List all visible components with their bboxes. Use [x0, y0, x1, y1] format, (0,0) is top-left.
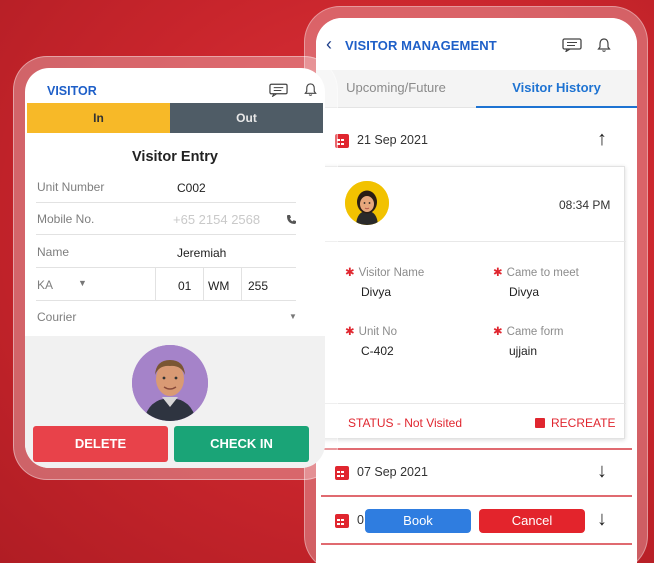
date-label: 0	[357, 513, 364, 527]
plate-part-3-field[interactable]: 255	[248, 279, 268, 293]
plate-state-select[interactable]: KA	[37, 278, 53, 292]
recreate-button[interactable]: RECREATE	[535, 416, 615, 430]
app-header: ‹ VISITOR MANAGEMENT	[316, 18, 637, 70]
divider	[203, 268, 204, 301]
mobile-field[interactable]: +65 2154 2568	[173, 212, 260, 227]
visitor-name-label: ✱ Visitor Name	[345, 267, 425, 279]
mobile-label: Mobile No.	[37, 212, 95, 226]
plate-part-2-field[interactable]: WM	[208, 279, 229, 293]
divider	[155, 268, 156, 301]
visitor-name-value: Divya	[361, 285, 392, 299]
cancel-button[interactable]: Cancel	[479, 509, 585, 533]
bell-icon[interactable]	[596, 37, 612, 53]
dropdown-icon: ▼	[78, 278, 87, 288]
arrow-down-icon[interactable]: ↓	[597, 460, 607, 483]
divider	[36, 300, 296, 301]
phone-icon[interactable]	[286, 214, 297, 225]
unit-number-label: Unit Number	[37, 180, 105, 194]
divider	[321, 543, 632, 545]
page-title: VISITOR	[47, 84, 97, 98]
page-title: VISITOR MANAGEMENT	[345, 38, 497, 53]
date-label: 21 Sep 2021	[357, 133, 428, 147]
message-icon[interactable]	[562, 38, 582, 52]
calendar-icon	[335, 514, 349, 528]
visitor-entry-screen: VISITOR In Out Visitor Entry Unit Number…	[25, 68, 325, 468]
tab-visitor-history[interactable]: Visitor History	[476, 70, 637, 108]
unit-number-field[interactable]: C002	[177, 181, 206, 195]
name-label: Name	[37, 245, 70, 259]
recreate-icon	[535, 418, 545, 428]
divider	[323, 241, 626, 242]
came-to-meet-value: Divya	[509, 285, 540, 299]
status-badge: STATUS - Not Visited	[348, 416, 463, 430]
calendar-icon	[335, 466, 349, 480]
tab-upcoming-future[interactable]: Upcoming/Future	[316, 70, 476, 108]
came-to-meet-label: ✱ Came to meet	[493, 267, 579, 279]
delete-button[interactable]: DELETE	[33, 426, 168, 462]
check-in-button[interactable]: CHECK IN	[174, 426, 309, 462]
app-header: VISITOR	[25, 68, 325, 103]
dropdown-icon: ▼	[289, 312, 297, 321]
divider	[36, 234, 296, 235]
divider	[36, 267, 296, 268]
bell-icon[interactable]	[303, 82, 318, 97]
divider	[323, 403, 626, 404]
came-from-value: ujjain	[509, 344, 538, 358]
name-field[interactable]: Jeremiah	[177, 246, 226, 260]
unit-no-label: ✱ Unit No	[345, 326, 397, 338]
message-icon[interactable]	[269, 83, 288, 97]
courier-select[interactable]: Courier	[37, 310, 76, 324]
segment-in[interactable]: In	[27, 103, 170, 133]
plate-part-1-field[interactable]: 01	[178, 279, 191, 293]
divider	[36, 202, 296, 203]
avatar[interactable]	[132, 345, 208, 421]
arrow-up-icon[interactable]: ↑	[597, 128, 607, 151]
avatar	[345, 181, 389, 225]
segment-out[interactable]: Out	[170, 103, 323, 133]
visitor-management-screen: ‹ VISITOR MANAGEMENT Upcoming/Future Vis…	[316, 18, 637, 563]
tab-bar: Upcoming/Future Visitor History	[316, 70, 637, 108]
date-row-07-sep[interactable]: 07 Sep 2021 ↓	[316, 450, 637, 494]
arrow-down-icon[interactable]: ↓	[597, 508, 607, 531]
book-button[interactable]: Book	[365, 509, 471, 533]
form-title: Visitor Entry	[132, 149, 218, 165]
divider	[241, 268, 242, 301]
came-from-label: ✱ Came form	[493, 326, 564, 338]
date-label: 07 Sep 2021	[357, 465, 428, 479]
visit-card: 08:34 PM ✱ Visitor Name Divya ✱ Came to me…	[322, 166, 626, 439]
back-chevron-icon[interactable]: ‹	[326, 34, 332, 55]
date-row-21-sep[interactable]: 21 Sep 2021 ↑	[316, 118, 637, 162]
visit-time: 08:34 PM	[559, 198, 611, 212]
divider	[321, 495, 632, 497]
unit-no-value: C-402	[361, 344, 394, 358]
